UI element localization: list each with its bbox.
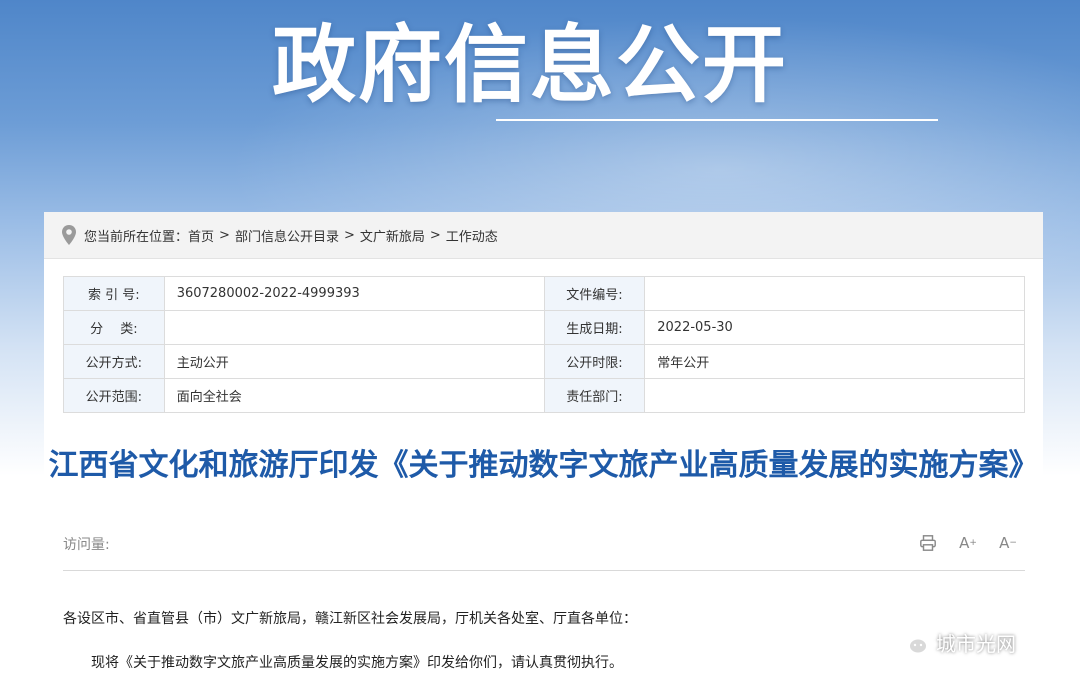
font-decrease-label: A (999, 534, 1010, 552)
article-meta-bar: 访问量: A + A − (63, 530, 1025, 571)
category-value (163, 310, 545, 345)
font-decrease-button[interactable]: A − (997, 532, 1019, 554)
file-number-value (644, 276, 1025, 311)
breadcrumb-department[interactable]: 文广新旅局 (360, 226, 425, 245)
breadcrumb-separator: > (429, 227, 441, 243)
created-date-value: 2022-05-30 (644, 310, 1025, 345)
article-title: 江西省文化和旅游厅印发《关于推动数字文旅产业高质量发展的实施方案》 (48, 448, 1039, 483)
watermark-text: 城市光网 (936, 632, 1016, 656)
breadcrumb-separator: > (343, 227, 355, 243)
wechat-watermark: 城市光网 (896, 628, 1016, 657)
table-row: 公开范围: 面向全社会 责任部门: (63, 378, 1025, 413)
responsible-dept-label: 责任部门: (543, 378, 646, 413)
index-number-label: 索 引 号: (63, 276, 165, 311)
breadcrumb-home[interactable]: 首页 (188, 226, 214, 245)
disclosure-period-label: 公开时限: (543, 344, 646, 379)
responsible-dept-value (644, 378, 1025, 413)
index-number-value: 3607280002-2022-4999393 (163, 276, 545, 311)
disclosure-method-label: 公开方式: (63, 344, 165, 379)
document-info-table: 索 引 号: 3607280002-2022-4999393 文件编号: 分 类… (63, 276, 1025, 413)
wechat-icon (897, 629, 928, 654)
disclosure-scope-label: 公开范围: (63, 378, 165, 413)
breadcrumb-separator: > (219, 227, 230, 243)
breadcrumb-prefix: 您当前所在位置： (84, 229, 189, 245)
content-panel: 您当前所在位置： 首页 > 部门信息公开目录 > 文广新旅局 > 工作动态 索 … (44, 212, 1043, 691)
article-paragraph: 各设区市、省直管县（市）文广新旅局，赣江新区社会发展局，厅机关各处室、厅直各单位… (63, 611, 637, 627)
disclosure-method-value: 主动公开 (163, 344, 545, 379)
created-date-label: 生成日期: (543, 310, 646, 345)
article-tools: A + A − (917, 532, 1019, 554)
font-increase-label: A (959, 534, 970, 552)
location-pin-icon (62, 225, 76, 245)
breadcrumb: 您当前所在位置： 首页 > 部门信息公开目录 > 文广新旅局 > 工作动态 (44, 212, 1043, 259)
breadcrumb-directory[interactable]: 部门信息公开目录 (235, 226, 339, 245)
print-icon[interactable] (917, 532, 939, 554)
banner-underline (496, 119, 938, 121)
banner-title: 政府信息公开 (272, 16, 789, 114)
file-number-label: 文件编号: (543, 276, 646, 311)
disclosure-scope-value: 面向全社会 (163, 378, 545, 413)
visit-count-label: 访问量: (63, 537, 110, 553)
font-increase-button[interactable]: A + (957, 532, 979, 554)
table-row: 索 引 号: 3607280002-2022-4999393 文件编号: (63, 276, 1025, 311)
category-label: 分 类: (63, 310, 165, 345)
table-row: 公开方式: 主动公开 公开时限: 常年公开 (63, 344, 1025, 379)
breadcrumb-current[interactable]: 工作动态 (446, 226, 498, 245)
table-row: 分 类: 生成日期: 2022-05-30 (63, 310, 1025, 345)
disclosure-period-value: 常年公开 (644, 344, 1025, 379)
